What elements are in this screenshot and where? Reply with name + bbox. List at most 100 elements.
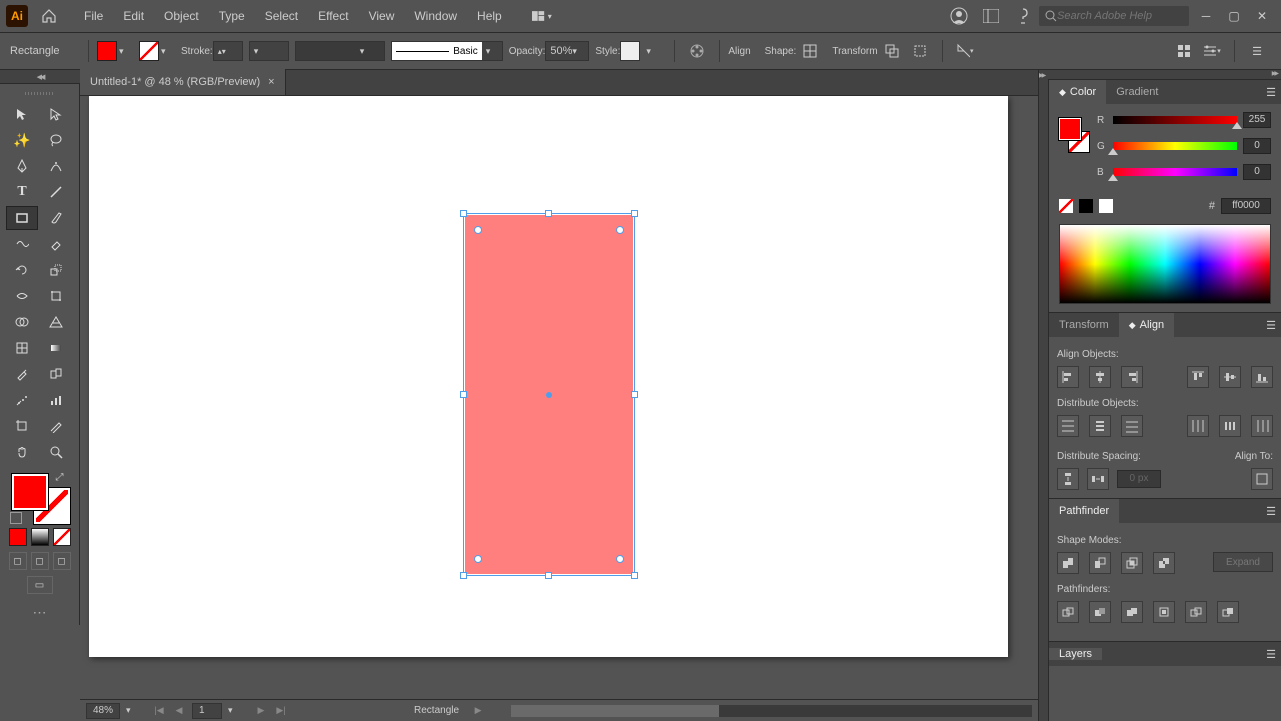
doc-setup-icon[interactable] xyxy=(1174,41,1194,61)
rectangle-shape[interactable] xyxy=(465,215,633,574)
menu-file[interactable]: File xyxy=(74,3,113,29)
merge[interactable] xyxy=(1121,601,1143,623)
stroke-profile[interactable]: ▾ xyxy=(249,41,289,61)
eraser-tool[interactable] xyxy=(40,232,72,256)
align-hcenter[interactable] xyxy=(1089,366,1111,388)
next-artboard[interactable]: ▶ xyxy=(254,704,268,718)
close-button[interactable]: ✕ xyxy=(1255,9,1269,23)
brush-definition[interactable]: Basic▾ xyxy=(391,41,503,61)
type-tool[interactable]: T xyxy=(6,180,38,204)
color-spectrum[interactable] xyxy=(1059,224,1271,304)
close-tab-icon[interactable]: × xyxy=(268,76,274,88)
swap-fill-stroke[interactable]: ⤢ xyxy=(56,472,64,483)
direct-selection-tool[interactable] xyxy=(40,102,72,126)
recolor-icon[interactable] xyxy=(687,41,707,61)
white-swatch[interactable] xyxy=(1099,199,1113,213)
dist-left[interactable] xyxy=(1187,415,1209,437)
dist-vcenter[interactable] xyxy=(1089,415,1111,437)
dist-space-v[interactable] xyxy=(1057,468,1079,490)
fill-stroke-indicator[interactable]: ⤢ xyxy=(10,472,70,524)
scrollbar-thumb[interactable] xyxy=(511,705,719,717)
minimize-button[interactable]: ─ xyxy=(1199,9,1213,23)
draw-inside[interactable]: ◻ xyxy=(53,552,71,570)
menu-help[interactable]: Help xyxy=(467,3,512,29)
status-menu[interactable]: ▶ xyxy=(471,704,485,718)
horizontal-scrollbar[interactable] xyxy=(511,705,1032,717)
opacity-field[interactable]: 50%▾ xyxy=(545,41,589,61)
fill-dropdown[interactable]: ▾ xyxy=(119,46,131,57)
home-icon[interactable] xyxy=(38,5,60,27)
pen-tool[interactable] xyxy=(6,154,38,178)
shape-label[interactable]: Shape: xyxy=(765,46,797,57)
crop[interactable] xyxy=(1153,601,1175,623)
blend-tool[interactable] xyxy=(40,362,72,386)
prev-artboard[interactable]: ◀ xyxy=(172,704,186,718)
menu-edit[interactable]: Edit xyxy=(113,3,154,29)
color-mode-btn[interactable] xyxy=(9,528,27,546)
default-fill-stroke[interactable] xyxy=(10,512,22,524)
right-panel-collapse[interactable] xyxy=(1038,70,1048,721)
menu-select[interactable]: Select xyxy=(255,3,308,29)
fill-indicator[interactable] xyxy=(12,474,48,510)
align-left[interactable] xyxy=(1057,366,1079,388)
color-tab[interactable]: ◆Color xyxy=(1049,80,1106,104)
eyedropper-tool[interactable] xyxy=(6,362,38,386)
panel-menu-icon[interactable]: ☰ xyxy=(1247,41,1267,61)
pathfinder-tab[interactable]: Pathfinder xyxy=(1049,499,1119,523)
last-artboard[interactable]: ▶| xyxy=(274,704,288,718)
alignto-dropdown[interactable] xyxy=(1251,468,1273,490)
mesh-tool[interactable] xyxy=(6,336,38,360)
draw-behind[interactable]: ◻ xyxy=(31,552,49,570)
stroke-weight-field[interactable]: ▴▾ xyxy=(213,41,243,61)
r-value[interactable]: 255 xyxy=(1243,112,1271,128)
align-bottom[interactable] xyxy=(1251,366,1273,388)
variable-width[interactable]: ▾ xyxy=(295,41,385,61)
align-tab[interactable]: ◆Align xyxy=(1119,313,1174,337)
unite[interactable] xyxy=(1057,552,1079,574)
dist-space-h[interactable] xyxy=(1087,468,1109,490)
search-box[interactable] xyxy=(1039,6,1189,26)
g-slider[interactable] xyxy=(1113,142,1237,150)
column-graph-tool[interactable] xyxy=(40,388,72,412)
align-panel-menu[interactable]: ☰ xyxy=(1261,313,1281,337)
shape-props-icon[interactable] xyxy=(800,41,820,61)
style-swatch[interactable] xyxy=(620,41,640,61)
line-segment-tool[interactable] xyxy=(40,180,72,204)
workspace-switcher[interactable]: ▾ xyxy=(532,6,552,26)
outline[interactable] xyxy=(1185,601,1207,623)
b-slider[interactable] xyxy=(1113,168,1237,176)
edit-toolbar[interactable]: ⋯ xyxy=(6,604,73,621)
menu-window[interactable]: Window xyxy=(404,3,467,29)
style-dropdown[interactable]: ▾ xyxy=(646,46,658,57)
artboard-tool[interactable] xyxy=(6,414,38,438)
black-swatch[interactable] xyxy=(1079,199,1093,213)
stroke-dropdown[interactable]: ▾ xyxy=(161,46,173,57)
right-panel-expand[interactable] xyxy=(1048,70,1281,80)
canvas-area[interactable] xyxy=(80,96,1038,699)
exclude[interactable] xyxy=(1153,552,1175,574)
hand-tool[interactable] xyxy=(6,440,38,464)
g-value[interactable]: 0 xyxy=(1243,138,1271,154)
divide[interactable] xyxy=(1057,601,1079,623)
layers-tab[interactable]: Layers xyxy=(1049,648,1102,660)
artboard-dropdown[interactable]: ▾ xyxy=(228,705,240,716)
zoom-tool[interactable] xyxy=(40,440,72,464)
gradient-tool[interactable] xyxy=(40,336,72,360)
menu-view[interactable]: View xyxy=(359,3,405,29)
shaper-tool[interactable] xyxy=(6,232,38,256)
width-tool[interactable] xyxy=(6,284,38,308)
maximize-button[interactable]: ▢ xyxy=(1227,9,1241,23)
color-fill-stroke[interactable] xyxy=(1059,112,1089,152)
trim[interactable] xyxy=(1089,601,1111,623)
artboard-number[interactable]: 1 xyxy=(192,703,222,719)
left-panel-collapse[interactable] xyxy=(0,70,80,84)
align-vcenter[interactable] xyxy=(1219,366,1241,388)
spacing-value[interactable]: 0 px xyxy=(1117,470,1161,488)
color-fill-swatch[interactable] xyxy=(1059,118,1081,140)
dist-right[interactable] xyxy=(1251,415,1273,437)
align-right[interactable] xyxy=(1121,366,1143,388)
draw-normal[interactable]: ◻ xyxy=(9,552,27,570)
magic-wand-tool[interactable]: ✨ xyxy=(6,128,38,152)
toolbox-grip[interactable] xyxy=(6,88,73,98)
gradient-tab[interactable]: Gradient xyxy=(1106,80,1168,104)
